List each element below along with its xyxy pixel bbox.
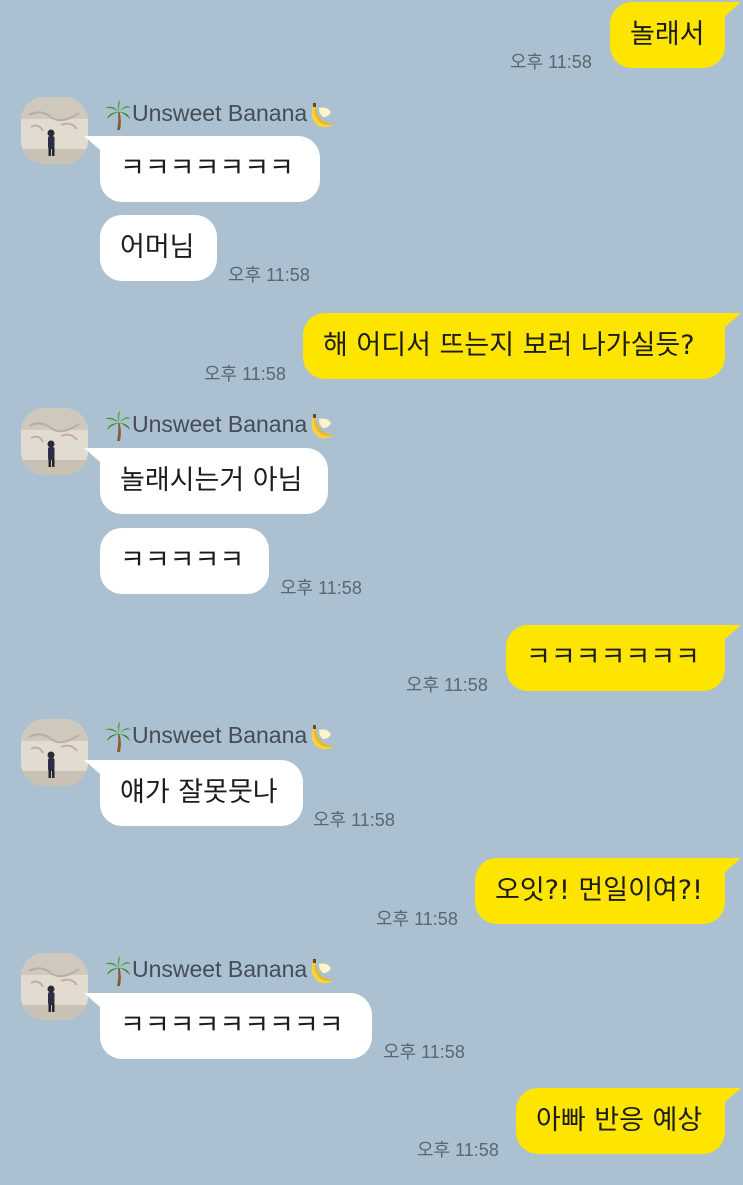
message-text: 놀래서 bbox=[630, 19, 705, 50]
bubble-tail bbox=[725, 625, 741, 639]
message-text: 놀래시는거 아님 bbox=[120, 465, 303, 496]
bubble-tail bbox=[725, 858, 741, 872]
their-message-bubble[interactable]: 어머님 bbox=[100, 215, 217, 281]
bubble-tail bbox=[84, 136, 100, 150]
message-text: ㅋㅋㅋㅋㅋ bbox=[120, 545, 245, 576]
sender-name-text: Unsweet Banana bbox=[132, 722, 308, 748]
sender-avatar[interactable] bbox=[21, 719, 88, 786]
my-message-bubble[interactable]: 오잇?! 먼일이여?! bbox=[475, 858, 725, 924]
message-time: 오후 11:58 bbox=[417, 1140, 499, 1160]
sender-name: Unsweet Banana bbox=[104, 952, 337, 986]
message-text: ㅋㅋㅋㅋㅋㅋㅋㅋㅋ bbox=[120, 1010, 344, 1041]
sender-name: Unsweet Banana bbox=[104, 407, 337, 441]
their-message-bubble[interactable]: ㅋㅋㅋㅋㅋㅋㅋㅋㅋ bbox=[100, 993, 372, 1059]
bubble-tail bbox=[725, 1088, 741, 1102]
bubble-tail bbox=[84, 760, 100, 774]
message-time: 오후 11:58 bbox=[204, 364, 286, 384]
bubble-tail bbox=[725, 313, 741, 327]
message-time: 오후 11:58 bbox=[313, 810, 395, 830]
my-message-bubble[interactable]: 해 어디서 뜨는지 보러 나가실듯? bbox=[303, 313, 725, 379]
message-text: 오잇?! 먼일이여?! bbox=[495, 875, 703, 906]
message-time: 오후 11:58 bbox=[376, 909, 458, 929]
sender-name: Unsweet Banana bbox=[104, 718, 337, 752]
message-time: 오후 11:58 bbox=[228, 265, 310, 285]
banana-icon bbox=[307, 411, 337, 441]
message-time: 오후 11:58 bbox=[280, 578, 362, 598]
message-text: 얘가 잘못뭇나 bbox=[120, 777, 278, 808]
palm-tree-icon bbox=[104, 410, 132, 441]
sender-name-text: Unsweet Banana bbox=[132, 100, 308, 126]
message-text: 아빠 반응 예상 bbox=[536, 1105, 703, 1136]
message-text: 해 어디서 뜨는지 보러 나가실듯? bbox=[323, 330, 695, 361]
bubble-tail bbox=[84, 448, 100, 462]
message-time: 오후 11:58 bbox=[510, 52, 592, 72]
their-message-bubble[interactable]: ㅋㅋㅋㅋㅋㅋㅋ bbox=[100, 136, 320, 202]
message-time: 오후 11:58 bbox=[383, 1042, 465, 1062]
their-message-bubble[interactable]: ㅋㅋㅋㅋㅋ bbox=[100, 528, 269, 594]
bubble-tail bbox=[725, 2, 741, 16]
message-text: ㅋㅋㅋㅋㅋㅋㅋ bbox=[120, 153, 294, 184]
sender-name-text: Unsweet Banana bbox=[132, 956, 308, 982]
palm-tree-icon bbox=[104, 99, 132, 130]
palm-tree-icon bbox=[104, 721, 132, 752]
sender-name-text: Unsweet Banana bbox=[132, 411, 308, 437]
message-text: ㅋㅋㅋㅋㅋㅋㅋ bbox=[526, 642, 700, 673]
palm-tree-icon bbox=[104, 955, 132, 986]
bubble-tail bbox=[84, 993, 100, 1007]
my-message-bubble[interactable]: 놀래서 bbox=[610, 2, 725, 68]
banana-icon bbox=[307, 956, 337, 986]
my-message-bubble[interactable]: ㅋㅋㅋㅋㅋㅋㅋ bbox=[506, 625, 725, 691]
banana-icon bbox=[307, 722, 337, 752]
my-message-bubble[interactable]: 아빠 반응 예상 bbox=[516, 1088, 725, 1154]
sender-name: Unsweet Banana bbox=[104, 96, 337, 130]
banana-icon bbox=[307, 100, 337, 130]
sender-avatar[interactable] bbox=[21, 97, 88, 164]
their-message-bubble[interactable]: 얘가 잘못뭇나 bbox=[100, 760, 303, 826]
message-text: 어머님 bbox=[120, 232, 195, 263]
message-time: 오후 11:58 bbox=[406, 675, 488, 695]
their-message-bubble[interactable]: 놀래시는거 아님 bbox=[100, 448, 328, 514]
sender-avatar[interactable] bbox=[21, 953, 88, 1020]
sender-avatar[interactable] bbox=[21, 408, 88, 475]
